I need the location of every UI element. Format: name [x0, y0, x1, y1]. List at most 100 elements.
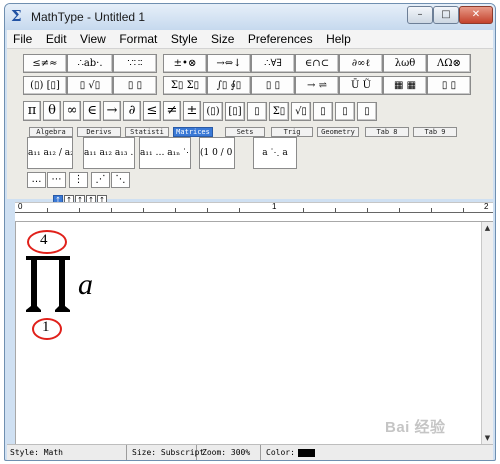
matrices-palette-button[interactable]: ▦ ▦	[383, 76, 427, 95]
superscript-button[interactable]: ▯	[313, 102, 333, 121]
menu-edit[interactable]: Edit	[42, 30, 71, 49]
set-theory-palette-button[interactable]: ∈∩⊂	[295, 54, 339, 73]
sum-button[interactable]: Σ▯	[269, 102, 289, 121]
equation-editor-area[interactable]: 4 a 1	[15, 222, 481, 444]
subscript-button[interactable]: ▯	[335, 102, 355, 121]
boxes-palette-button[interactable]: ▯ ▯	[427, 76, 471, 95]
arrows-palette-button[interactable]: →⇔↓	[207, 54, 251, 73]
greek-lower-palette-button[interactable]: λωθ	[383, 54, 427, 73]
fractions-radicals-palette-button[interactable]: ▯ √▯	[67, 76, 113, 95]
embellishments-palette-button[interactable]: ∵∷∶	[113, 54, 157, 73]
status-style: Style: Math	[7, 445, 127, 460]
ruler-tick	[79, 208, 80, 212]
tab-statisti[interactable]: Statisti	[125, 127, 169, 137]
current-color-swatch[interactable]	[297, 448, 315, 457]
ruler-tick	[207, 208, 208, 212]
menu-size[interactable]: Size	[207, 30, 238, 49]
diagonal-ellipsis-up-button[interactable]: ⋰	[91, 172, 110, 188]
ruler-tick	[335, 208, 336, 212]
theta-button[interactable]: θ	[43, 101, 61, 121]
status-zoom: Zoom: 300%	[199, 445, 261, 460]
symbol-toolbars: ≤≠≈ ∴ab·. ∵∷∶ ±•⊗ →⇔↓ ∴∀∃ ∈∩⊂ ∂∞ℓ λωθ ΛΩ…	[7, 49, 493, 205]
labeled-arrows-palette-button[interactable]: → ⇌	[295, 76, 339, 95]
sub-superscript-button[interactable]: ▯	[357, 102, 377, 121]
menu-file[interactable]: File	[9, 30, 36, 49]
menu-help[interactable]: Help	[322, 30, 355, 49]
operators-palette-button[interactable]: ±•⊗	[163, 54, 207, 73]
diagonal-matrix-template[interactable]: a ⋱ a	[253, 137, 297, 169]
ruler-tick	[399, 208, 400, 212]
status-size: Size: Subscript	[129, 445, 204, 460]
maximize-button[interactable]: □	[433, 6, 459, 24]
product-variable[interactable]: a	[78, 268, 93, 302]
tab-8[interactable]: Tab 8	[365, 127, 409, 137]
brackets-button[interactable]: [▯]	[225, 102, 245, 121]
ruler-line	[15, 212, 493, 213]
menu-preferences[interactable]: Preferences	[244, 30, 317, 49]
watermark-logo: Bai 经验	[385, 419, 446, 436]
tab-9[interactable]: Tab 9	[413, 127, 457, 137]
ruler-tick	[175, 208, 176, 212]
greek-upper-palette-button[interactable]: ΛΩ⊗	[427, 54, 471, 73]
scroll-down-arrow-icon[interactable]: ▼	[482, 432, 493, 444]
menu-format[interactable]: Format	[115, 30, 161, 49]
summation-palette-button[interactable]: Σ▯ Σ▯	[163, 76, 207, 95]
tab-sets[interactable]: Sets	[225, 127, 265, 137]
misc-symbols-palette-button[interactable]: ∂∞ℓ	[339, 54, 383, 73]
menu-style[interactable]: Style	[167, 30, 202, 49]
products-set-theory-palette-button[interactable]: Ū Ũ	[339, 76, 383, 95]
scroll-up-arrow-icon[interactable]: ▲	[482, 222, 493, 234]
matrix-mxn-template[interactable]: a₁₁ … a₁ₙ ⋱	[139, 137, 191, 169]
parentheses-button[interactable]: (▯)	[203, 102, 223, 121]
matrix-3x3-template[interactable]: a₁₁ a₁₂ a₁₃ …	[83, 137, 135, 169]
identity-matrix-template[interactable]: (1 0 / 0 1)	[199, 137, 235, 169]
underbar-overbar-palette-button[interactable]: ▯ ▯	[251, 76, 295, 95]
status-bar: Style: Math Size: Subscript Zoom: 300% C…	[7, 444, 493, 460]
partial-button[interactable]: ∂	[123, 101, 141, 121]
plus-minus-button[interactable]: ±	[183, 101, 201, 121]
tab-trig[interactable]: Trig	[271, 127, 313, 137]
status-color: Color:	[263, 445, 337, 460]
menu-view[interactable]: View	[76, 30, 110, 49]
ruler-tick	[303, 208, 304, 212]
relations-palette-button[interactable]: ≤≠≈	[23, 54, 67, 73]
subscript-superscript-palette-button[interactable]: ▯ ▯	[113, 76, 157, 95]
pi-button[interactable]: π	[23, 101, 41, 121]
vertical-ellipsis-button[interactable]: ⋮	[69, 172, 88, 188]
tab-geometry[interactable]: Geometry	[317, 127, 359, 137]
ruler-tick	[111, 208, 112, 212]
close-button[interactable]: ✕	[459, 6, 493, 24]
minimize-button[interactable]: –	[407, 6, 433, 24]
menu-bar: File Edit View Format Style Size Prefere…	[7, 30, 493, 49]
ruler-tick	[431, 208, 432, 212]
tab-matrices[interactable]: Matrices	[173, 127, 213, 137]
vertical-scrollbar[interactable]: ▲ ▼	[481, 222, 493, 444]
window-title: MathType - Untitled 1	[31, 10, 146, 24]
tab-derivs[interactable]: Derivs	[77, 127, 121, 137]
ruler-tick	[143, 208, 144, 212]
right-arrow-button[interactable]: →	[103, 101, 121, 121]
less-equal-button[interactable]: ≤	[143, 101, 161, 121]
ellipsis-centered-button[interactable]: ⋯	[47, 172, 66, 188]
fences-palette-button[interactable]: (▯) [▯]	[23, 76, 67, 95]
fraction-button[interactable]: ▯	[247, 102, 267, 121]
mathtype-app-icon[interactable]: Σ	[11, 8, 27, 24]
sqrt-button[interactable]: √▯	[291, 102, 311, 121]
element-of-button[interactable]: ∈	[83, 101, 101, 121]
lower-limit-annotation-circle	[32, 318, 62, 340]
not-equal-button[interactable]: ≠	[163, 101, 181, 121]
product-operator[interactable]	[24, 254, 72, 312]
ruler-tick	[239, 208, 240, 212]
matrix-2x2-template[interactable]: a₁₁ a₁₂ / a₂₁ a₂₂	[27, 137, 73, 169]
infinity-button[interactable]: ∞	[63, 101, 81, 121]
mathtype-window: Σ MathType - Untitled 1 – □ ✕ File Edit …	[4, 3, 496, 461]
diagonal-ellipsis-down-button[interactable]: ⋱	[111, 172, 130, 188]
ruler[interactable]: 0 1 2	[15, 202, 493, 222]
tab-algebra[interactable]: Algebra	[29, 127, 73, 137]
ruler-tick	[463, 208, 464, 212]
title-bar[interactable]: Σ MathType - Untitled 1 – □ ✕	[5, 4, 495, 30]
integrals-palette-button[interactable]: ∫▯ ∮▯	[207, 76, 251, 95]
spaces-ellipses-palette-button[interactable]: ∴ab·.	[67, 54, 113, 73]
logical-palette-button[interactable]: ∴∀∃	[251, 54, 295, 73]
ellipsis-baseline-button[interactable]: …	[27, 172, 46, 188]
